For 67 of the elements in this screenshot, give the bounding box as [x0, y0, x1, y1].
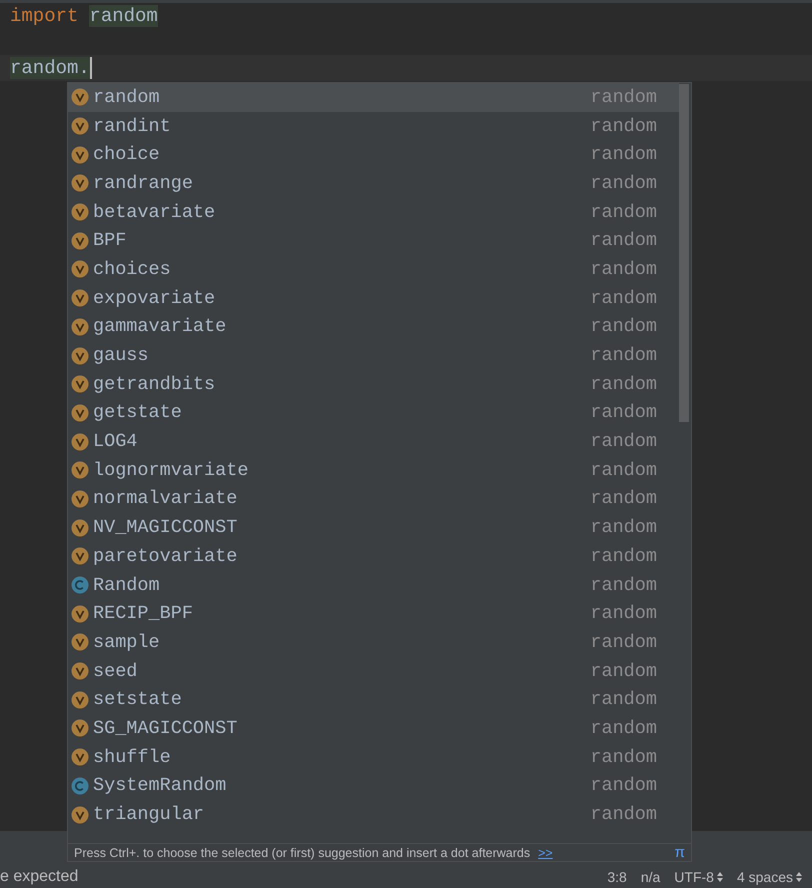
completion-item[interactable]: gammavariate random — [68, 312, 679, 342]
status-item[interactable]: n/a — [640, 868, 660, 884]
variable-icon — [71, 633, 89, 652]
completion-item[interactable]: SystemRandom random — [68, 772, 679, 800]
status-item[interactable]: 3:8 — [607, 868, 627, 884]
completion-item[interactable]: SG_MAGICCONST random — [68, 714, 679, 743]
code-identifier: random — [89, 5, 158, 27]
variable-icon — [71, 518, 89, 537]
variable-icon — [71, 203, 89, 222]
variable-icon — [71, 318, 89, 336]
completion-item[interactable]: setstate random — [68, 685, 679, 714]
code-keyword: import — [10, 5, 78, 27]
variable-icon — [71, 346, 89, 365]
completion-item[interactable]: BPF random — [68, 226, 679, 256]
variable-icon — [71, 232, 89, 250]
variable-icon — [71, 604, 89, 623]
completion-item[interactable]: getstate random — [68, 398, 679, 428]
completion-item[interactable]: randint random — [68, 112, 679, 140]
variable-icon — [71, 719, 89, 738]
up-down-icon — [716, 872, 723, 882]
completion-item[interactable]: betavariate random — [68, 198, 679, 226]
completion-item[interactable]: choice random — [68, 140, 679, 170]
status-item[interactable]: 4 spaces — [736, 868, 802, 884]
code-identifier: random. — [10, 57, 90, 79]
completion-item[interactable]: NV_MAGICCONST random — [68, 513, 679, 542]
variable-icon — [71, 748, 89, 766]
completion-item[interactable]: lognormvariate random — [68, 456, 679, 485]
variable-icon — [71, 690, 89, 709]
variable-icon — [71, 432, 89, 451]
text-cursor — [90, 57, 92, 79]
completion-item[interactable]: gauss random — [68, 341, 679, 370]
variable-icon — [71, 174, 89, 192]
variable-icon — [71, 260, 89, 278]
variable-icon — [71, 375, 89, 394]
scrollbar-thumb[interactable] — [679, 84, 689, 422]
variable-icon — [71, 88, 89, 106]
completion-item[interactable]: randrange random — [68, 169, 679, 198]
variable-icon — [71, 117, 89, 136]
variable-icon — [71, 662, 89, 680]
pi-symbol[interactable]: π — [674, 844, 685, 861]
status-message: e expected — [0, 868, 78, 886]
completion-item[interactable]: LOG4 random — [68, 427, 679, 456]
up-down-icon — [796, 872, 802, 882]
variable-icon — [71, 461, 89, 480]
completion-item[interactable]: paretovariate random — [68, 542, 679, 571]
completion-item[interactable]: getrandbits random — [68, 370, 679, 399]
class-icon — [71, 576, 89, 594]
hint-text: Press Ctrl+. to choose the selected (or first) suggestion and insert a dot afterwards — [74, 846, 530, 860]
completion-item[interactable]: Random random — [68, 570, 679, 600]
completion-item[interactable]: RECIP_BPF random — [68, 599, 679, 628]
variable-icon — [71, 806, 89, 824]
variable-icon — [71, 490, 89, 508]
completion-item[interactable]: expovariate random — [68, 284, 679, 312]
class-icon — [71, 776, 89, 795]
completion-item[interactable]: sample random — [68, 628, 679, 657]
more-link[interactable]: >> — [538, 846, 553, 860]
completion-item[interactable]: shuffle random — [68, 742, 679, 772]
completion-item[interactable]: choices random — [68, 255, 679, 284]
status-item[interactable]: UTF-8 — [674, 868, 723, 884]
variable-icon — [71, 289, 89, 308]
variable-icon — [71, 146, 89, 164]
completion-item[interactable]: triangular random — [68, 800, 679, 829]
variable-icon — [71, 404, 89, 422]
completion-item[interactable]: normalvariate random — [68, 484, 679, 514]
completion-item[interactable]: random random — [68, 83, 679, 112]
completion-item[interactable]: seed random — [68, 656, 679, 686]
variable-icon — [71, 547, 89, 566]
